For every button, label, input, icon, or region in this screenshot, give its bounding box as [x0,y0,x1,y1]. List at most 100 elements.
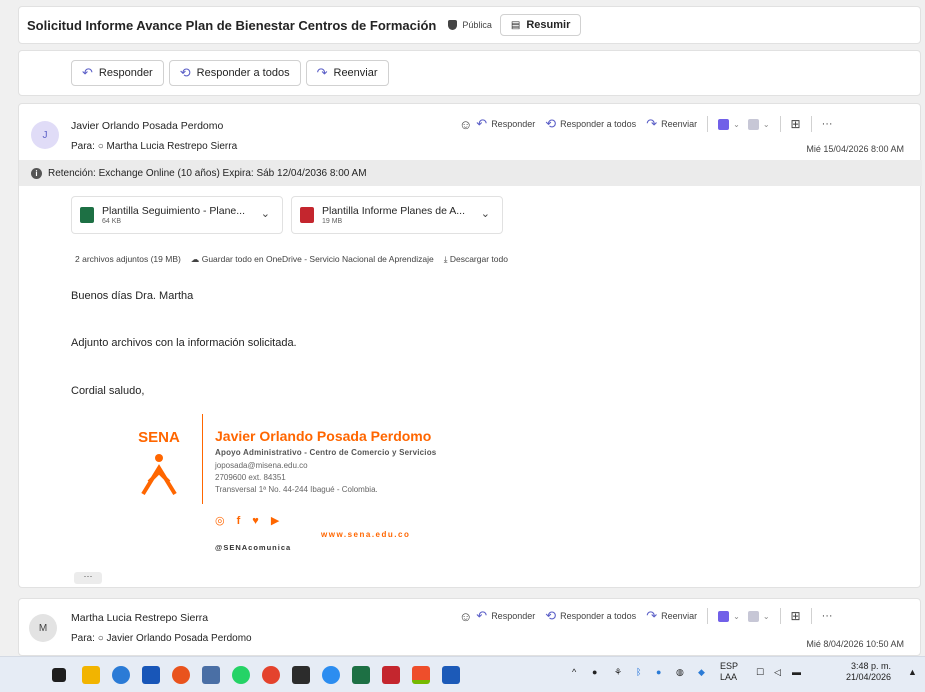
forward-link[interactable]: Reenviar [661,611,697,621]
reply-button[interactable]: ↶ Responder [71,60,164,86]
signature-email[interactable]: joposada@misena.edu.co [215,461,308,470]
attachment-card[interactable]: Plantilla Informe Planes de A... 19 MB ⌄ [291,196,503,234]
taskbar: ^ ● ⚘ ᛒ ● ◍ ◆ ESP LAA ☐ ◁ ▬ 3:48 p. m. 2… [0,656,925,692]
grid-icon[interactable]: ⊞ [791,117,801,131]
app-icon[interactable] [202,666,220,684]
notification-bell-icon[interactable]: ▲ [908,667,917,677]
download-icon: ⤓ [443,254,448,264]
chevron-up-icon[interactable]: ^ [572,667,576,677]
network-icon[interactable]: ☐ [756,667,764,678]
forward-icon: ↷ [316,65,328,80]
forward-icon[interactable]: ↷ [646,116,657,132]
store-icon[interactable] [142,666,160,684]
sender-name[interactable]: Javier Orlando Posada Perdomo [71,120,223,132]
task-view-icon[interactable] [52,668,66,682]
signature-handle: @SENAcomunica [215,543,292,552]
forward-link[interactable]: Reenviar [661,119,697,129]
sender-name[interactable]: Martha Lucia Restrepo Sierra [71,612,208,624]
attachment-size: 19 MB [322,218,343,225]
grid-icon[interactable]: ⊞ [791,609,801,623]
volume-icon[interactable]: ◁ [774,667,781,678]
divider [707,608,709,624]
reply-icon[interactable]: ↶ [476,116,487,132]
recipient-name[interactable]: Javier Orlando Posada Perdomo [107,633,252,644]
more-icon[interactable]: ··· [822,610,833,622]
avatar[interactable]: J [31,121,59,149]
message-card[interactable]: M Martha Lucia Restrepo Sierra Para: ○ J… [18,598,921,656]
chevron-down-icon[interactable]: ⌄ [733,120,740,129]
instagram-icon[interactable]: ◎ [215,514,225,527]
reply-all-icon[interactable]: ⟲ [545,116,556,132]
apps-tool-icon[interactable] [747,118,759,130]
summarize-button[interactable]: ▤ Resumir [499,14,582,36]
presence-icon: ○ [97,141,104,152]
apps-tool-icon[interactable] [747,610,759,622]
facebook-icon[interactable]: f [237,515,241,527]
clock[interactable]: 3:48 p. m. 21/04/2026 [846,661,891,683]
battery-icon[interactable]: ▬ [792,667,801,677]
chevron-down-icon[interactable]: ⌄ [261,207,270,220]
reply-all-icon[interactable]: ⟲ [545,608,556,624]
file-explorer-icon[interactable] [82,666,100,684]
reply-all-link[interactable]: Responder a todos [560,119,636,129]
retention-banner: i Retención: Exchange Online (10 años) E… [19,160,922,186]
sensitivity-label: Pública [462,20,492,30]
emoji-icon[interactable]: ☺ [459,117,472,132]
windows-app-icon[interactable] [412,666,430,684]
chrome-icon[interactable] [322,666,340,684]
youtube-icon[interactable]: ▶ [271,514,279,527]
divider [779,608,781,624]
chevron-down-icon[interactable]: ⌄ [763,120,770,129]
forward-button[interactable]: ↷ Reenviar [305,60,389,86]
tray-app-icon[interactable]: ● [656,667,661,677]
signature-web[interactable]: www.sena.edu.co [321,530,410,539]
reply-all-button[interactable]: ⟲ Responder a todos [168,60,301,86]
tray-app-icon[interactable]: ● [592,667,597,677]
reply-link[interactable]: Responder [491,611,535,621]
bluetooth-icon[interactable]: ᛒ [636,667,641,677]
social-links: ◎ f ♥ ▶ [215,514,279,528]
show-more-button[interactable]: ··· [74,572,102,584]
word-icon[interactable] [442,666,460,684]
action-bar: ↶ Responder ⟲ Responder a todos ↷ Reenvi… [18,50,921,96]
signature-role: Apoyo Administrativo - Centro de Comerci… [215,448,437,457]
forward-icon[interactable]: ↷ [646,608,657,624]
pdf-tool-icon[interactable] [718,610,730,622]
chevron-down-icon[interactable]: ⌄ [733,612,740,621]
tray-app-icon[interactable]: ◆ [698,667,705,678]
download-all-link[interactable]: ⤓ Descargar todo [444,254,508,265]
chevron-down-icon[interactable]: ⌄ [481,207,490,220]
chevron-down-icon[interactable]: ⌄ [763,612,770,621]
emoji-icon[interactable]: ☺ [459,609,472,624]
message-card: J Javier Orlando Posada Perdomo Para: ○ … [18,103,922,588]
save-onedrive-link[interactable]: ☁ Guardar todo en OneDrive - Servicio Na… [191,254,434,265]
tray-app-icon[interactable]: ◍ [676,667,684,678]
pdf-tool-icon[interactable] [718,118,730,130]
attachment-card[interactable]: Plantilla Seguimiento - Plane... 64 KB ⌄ [71,196,283,234]
chrome-icon[interactable] [262,666,280,684]
signature-phone: 2709600 ext. 84351 [215,473,286,482]
avatar[interactable]: M [29,614,57,642]
reply-icon: ↶ [82,65,93,80]
attachment-size: 64 KB [102,218,122,225]
language-indicator[interactable]: ESP LAA [720,661,738,683]
firefox-icon[interactable] [172,666,190,684]
reply-icon[interactable]: ↶ [476,608,487,624]
reply-link[interactable]: Responder [491,119,535,129]
app-icon[interactable] [382,666,400,684]
divider [810,116,812,132]
tray-app-icon[interactable]: ⚘ [614,667,622,678]
excel-icon[interactable] [352,666,370,684]
recipient-line: Para: ○ Martha Lucia Restrepo Sierra [71,141,238,152]
attachment-name: Plantilla Seguimiento - Plane... [102,205,245,217]
whatsapp-icon[interactable] [232,666,250,684]
pdf-file-icon [300,207,314,223]
reply-all-link[interactable]: Responder a todos [560,611,636,621]
attachments-summary: 2 archivos adjuntos (19 MB) ☁ Guardar to… [75,254,508,265]
more-icon[interactable]: ··· [822,118,833,130]
recipient-name[interactable]: Martha Lucia Restrepo Sierra [107,141,238,152]
app-icon[interactable] [292,666,310,684]
signature-name: Javier Orlando Posada Perdomo [215,428,432,444]
edge-icon[interactable] [112,666,130,684]
twitter-icon[interactable]: ♥ [252,515,259,527]
